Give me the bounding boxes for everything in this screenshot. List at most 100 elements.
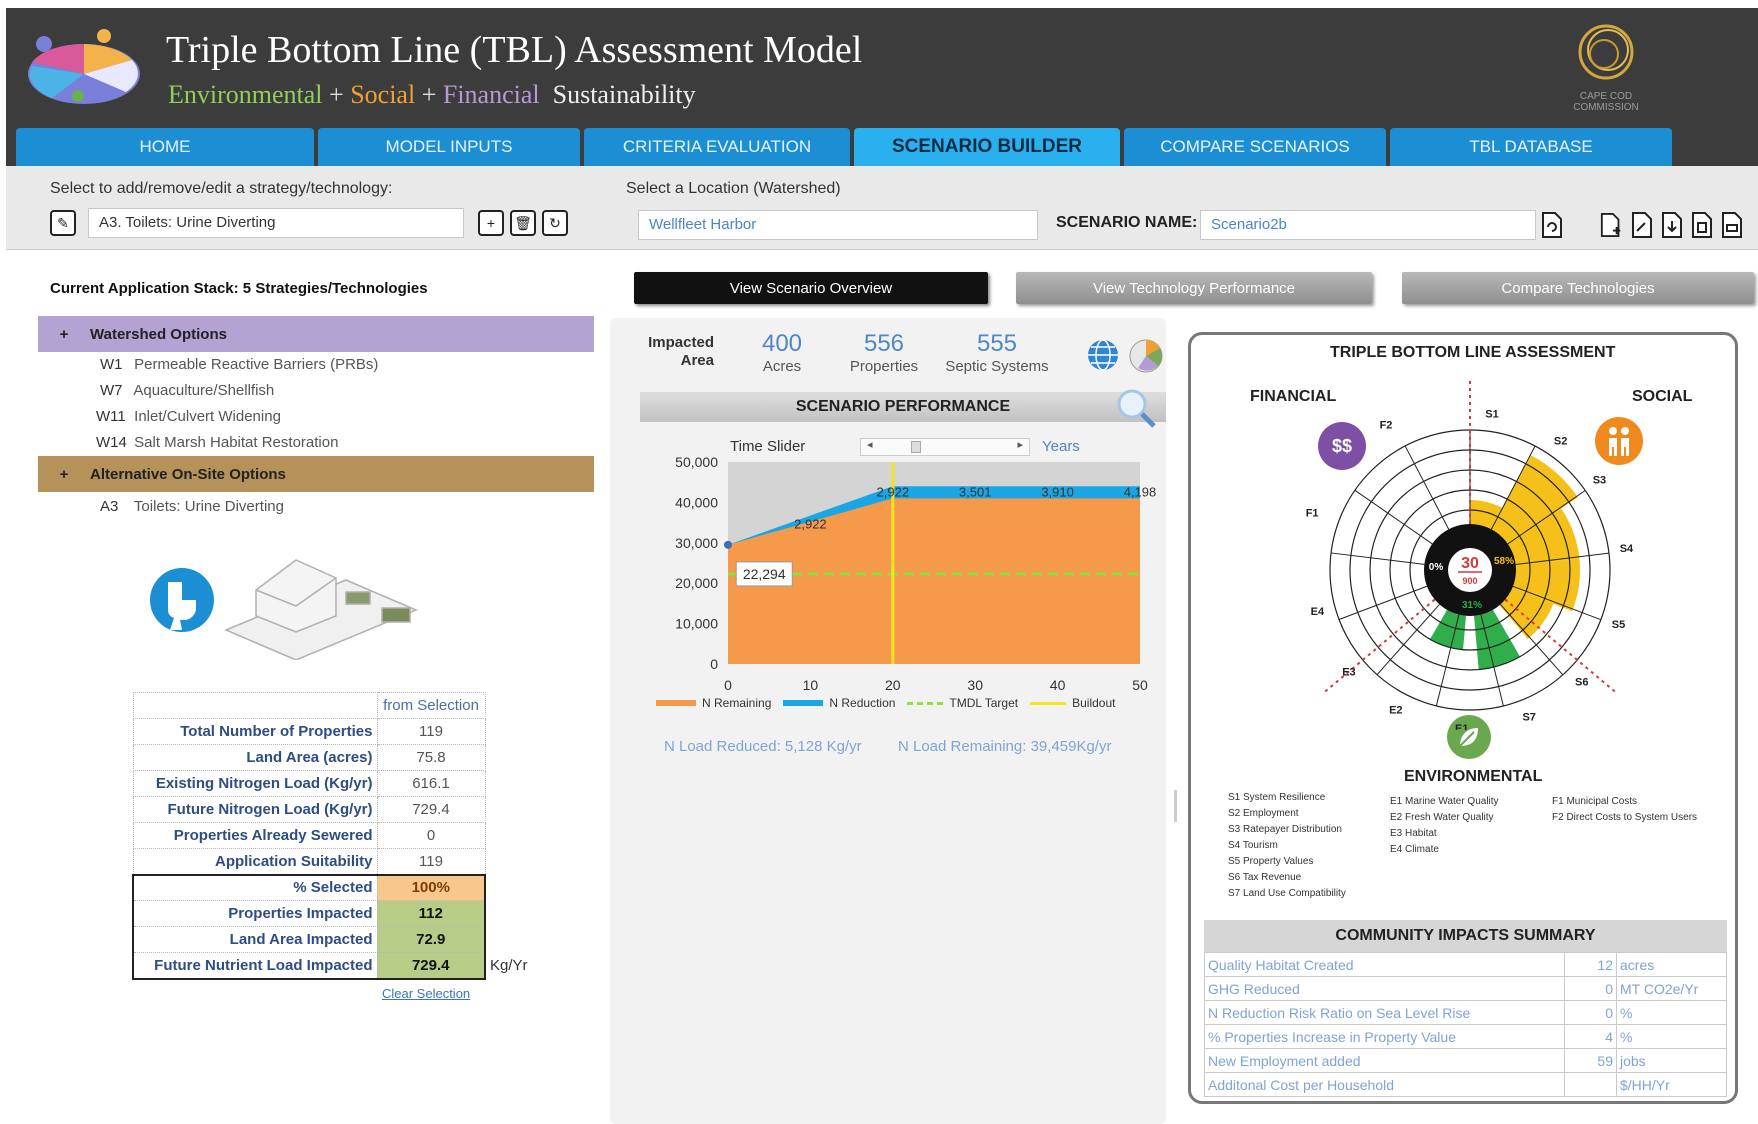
table-row-value: 72.9 [376,926,486,953]
table-row: N Reduction Risk Ratio on Sea Level Rise… [1204,1000,1727,1025]
center-total: 900 [1462,576,1477,586]
tab-criteria-evaluation[interactable]: CRITERIA EVALUATION [584,128,850,166]
group-watershed-options[interactable]: + Watershed Options [38,316,594,352]
item-name: Inlet/Culvert Widening [134,408,281,425]
edit-scenario-button[interactable] [1630,210,1654,240]
table-row-value: 729.4 [376,796,486,823]
legend-social: S1 System Resilience S2 Employment S3 Ra… [1228,790,1346,902]
subtitle-plus: + [421,80,437,109]
community-impacts-title: COMMUNITY IMPACTS SUMMARY [1204,920,1727,952]
stack-item[interactable]: W14 Salt Marsh Habitat Restoration [96,434,338,451]
new-scenario-button[interactable] [1600,210,1624,240]
tab-model-inputs[interactable]: MODEL INPUTS [318,128,580,166]
app-title: Triple Bottom Line (TBL) Assessment Mode… [166,29,863,71]
clear-selection-link[interactable]: Clear Selection [382,986,470,1001]
view-technology-performance-button[interactable]: View Technology Performance [1016,272,1372,304]
impacted-septic: 555 Septic Systems [945,330,1049,375]
ring-percent-label: 58% [1494,556,1514,567]
compare-technologies-button[interactable]: Compare Technologies [1402,272,1754,304]
tbl-logo [28,29,140,104]
legend-label: N Reduction [829,696,896,710]
x-tick-label: 10 [803,677,819,693]
item-code: W11 [96,408,126,425]
table-row-value: 616.1 [376,770,486,797]
table-row-label: Future Nitrogen Load (Kg/yr) [132,796,378,823]
cis-label: N Reduction Risk Ratio on Sea Level Rise [1204,1000,1565,1025]
stack-item[interactable]: A3 Toilets: Urine Diverting [100,498,284,515]
legend-item: E3 Habitat [1390,828,1437,839]
ring-logo-icon [1578,24,1634,80]
table-row-label: Properties Already Sewered [132,822,378,849]
refresh-scenario-button[interactable] [1540,210,1564,240]
legend-label: N Remaining [702,696,772,710]
item-code: W7 [100,382,123,399]
legend-item: E4 Climate [1390,844,1439,855]
legend-swatch [783,700,824,706]
edit-strategy-button[interactable]: ✎ [50,210,76,236]
location-select[interactable]: Wellfleet Harbor [638,210,1038,240]
cis-value: 12 [1564,952,1617,977]
save-scenario-button[interactable] [1660,210,1684,240]
axis-label: E3 [1342,667,1355,679]
tab-scenario-builder[interactable]: SCENARIO BUILDER [854,128,1120,166]
tab-compare-scenarios[interactable]: COMPARE SCENARIOS [1124,128,1386,166]
stack-item[interactable]: W1 Permeable Reactive Barriers (PRBs) [100,356,378,373]
legend-item: S3 Ratepayer Distribution [1228,824,1342,835]
group-alternative-on-site-options[interactable]: + Alternative On-Site Options [38,456,594,492]
strategy-select[interactable]: A3. Toilets: Urine Diverting [88,208,464,238]
x-tick-label: 20 [885,677,901,693]
scenario-performance-header: SCENARIO PERFORMANCE [640,392,1166,422]
pie-chart-icon[interactable] [1128,338,1164,374]
y-tick-label: 40,000 [675,494,718,510]
magnifier-icon[interactable] [1114,386,1160,432]
tab-home[interactable]: HOME [16,128,314,166]
expand-icon: + [59,465,69,483]
table-row: % Properties Increase in Property Value 4… [1204,1024,1727,1049]
cis-unit: jobs [1616,1048,1727,1073]
panel-splitter[interactable] [1174,790,1177,822]
impacted-area-label: Impacted Area [648,334,714,369]
table-row-value: 119 [376,718,486,745]
table-row-label: % Selected [132,873,378,901]
radar-spoke [1354,489,1433,545]
plus-icon: + [486,215,496,231]
globe-icon[interactable] [1086,338,1120,372]
chart-legend: N Remaining N Reduction TMDL Target Buil… [656,696,1176,710]
delete-strategy-button[interactable]: 🗑 [510,210,536,236]
table-row-label: Future Nutrient Load Impacted [132,952,378,980]
add-strategy-button[interactable]: + [478,210,504,236]
percent-selected-input[interactable]: 100% [376,873,486,901]
legend-item: S1 System Resilience [1228,792,1326,803]
target-label: 22,294 [743,566,786,582]
print-scenario-button[interactable] [1720,210,1744,240]
selection-table: from Selection Total Number of Propertie… [132,692,546,980]
impacted-acres: 400 Acres [761,330,803,375]
table-row-label: Land Area Impacted [132,926,378,953]
cis-unit: $/HH/Yr [1616,1072,1727,1097]
cis-label: Additonal Cost per Household [1204,1072,1565,1097]
data-label: 3,501 [959,484,992,499]
table-header: from Selection [376,692,486,719]
stack-item[interactable]: W7 Aquaculture/Shellfish [100,382,274,399]
refresh-strategy-button[interactable]: ↻ [542,210,568,236]
view-scenario-overview-button[interactable]: View Scenario Overview [634,272,988,304]
y-tick-label: 30,000 [675,535,718,551]
item-name: Aquaculture/Shellfish [133,382,275,399]
legend-item: F1 Municipal Costs [1552,796,1638,807]
stack-item[interactable]: W11 Inlet/Culvert Widening [96,408,281,425]
tab-tbl-database[interactable]: TBL DATABASE [1390,128,1672,166]
legend-swatch [907,701,944,705]
axis-label: S3 [1593,474,1606,486]
axis-label: F2 [1380,420,1393,432]
scenario-name-label: SCENARIO NAME: [1056,214,1198,231]
community-impacts-table: Quality Habitat Created 12 acres GHG Reduc… [1204,952,1727,1097]
scenario-name-input[interactable]: Scenario2b [1200,210,1536,240]
delete-scenario-button[interactable] [1690,210,1714,240]
group-label: Watershed Options [90,325,227,343]
legend-item: E1 Marine Water Quality [1390,796,1499,807]
cis-label: % Properties Increase in Property Value [1204,1024,1565,1049]
edit-icon: ✎ [57,214,69,231]
org-logo-text: CAPE COD COMMISSION [1573,91,1639,113]
y-tick-label: 10,000 [675,616,718,632]
strategy-label: Select to add/remove/edit a strategy/tec… [50,180,393,197]
